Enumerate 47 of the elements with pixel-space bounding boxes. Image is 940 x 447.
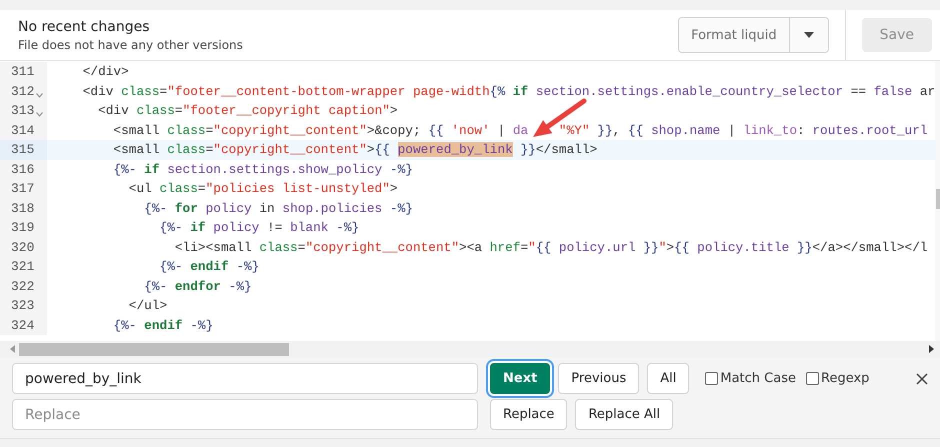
scroll-left-icon[interactable] [10, 345, 15, 353]
code-line: <small class="copyright__content">{{ powered_by_link }}</small> [112, 141, 598, 159]
fold-icon[interactable] [36, 112, 44, 118]
line-number: 316 [11, 162, 34, 177]
previous-button[interactable]: Previous [558, 363, 640, 394]
status-subtitle: File does not have any other versions [18, 38, 244, 52]
code-line: {%- if policy != blank -%} [158, 219, 360, 237]
code-line: <ul class="policies list-unstyled"> [128, 180, 398, 198]
line-number: 313 [11, 103, 34, 118]
option-checkbox[interactable]: Regexp [806, 371, 870, 386]
line-number: 319 [11, 220, 34, 236]
code-line: {%- endfor -%} [143, 278, 252, 296]
caret-icon [804, 32, 814, 38]
status-title: No recent changes [18, 18, 150, 34]
arrow [533, 98, 586, 137]
code-line: {%- for policy in shop.policies -%} [143, 200, 413, 218]
line-number: 323 [11, 298, 34, 314]
option-checkbox[interactable]: Match Case [705, 371, 796, 386]
dropdown-button[interactable] [790, 18, 828, 52]
code-line: </div> [82, 63, 129, 81]
code-line: <small class="copyright__content">&copy; {{ 'now' | da "%Y" }}, {{ shop.name | link_to: routes.root_url [112, 122, 928, 140]
line-number: 320 [11, 240, 34, 255]
close-icon[interactable] [916, 372, 928, 384]
all-button[interactable]: All [647, 363, 690, 394]
line-number: 321 [11, 259, 34, 274]
line-number: 317 [11, 181, 34, 196]
replace-field[interactable]: Replace [12, 399, 478, 430]
format-liquid-button[interactable]: Format liquid [679, 18, 790, 52]
search-field[interactable]: powered_by_link [12, 363, 478, 394]
line-number: 322 [11, 278, 34, 294]
code-line: </ul> [128, 297, 168, 315]
replace-all-button[interactable]: Replace All [575, 399, 674, 430]
code-line: <div class="footer__copyright caption"> [97, 102, 398, 120]
line-number: 312 [11, 84, 34, 99]
fold-icon[interactable] [36, 92, 44, 98]
replace-button[interactable]: Replace [490, 399, 568, 430]
code-line: <li><small class="copyright__content"><a href="{{ policy.url }}">{{ policy.title }}</a></small></l [174, 238, 928, 256]
code-line: {%- if section.settings.show_policy -%} [112, 160, 413, 178]
line-number: 324 [11, 318, 34, 333]
line-number: 311 [11, 64, 34, 80]
code-line: <div class="footer__content-bottom-wrapper page-width{% if section.settings.enable_country_selector == false ar [82, 82, 936, 100]
line-number: 315 [11, 142, 34, 158]
code-line: {%- endif -%} [158, 258, 260, 276]
code-line: {%- endif -%} [112, 316, 214, 334]
line-number: 318 [11, 200, 34, 216]
line-number: 314 [11, 122, 34, 138]
scroll-right-icon[interactable] [929, 345, 934, 353]
